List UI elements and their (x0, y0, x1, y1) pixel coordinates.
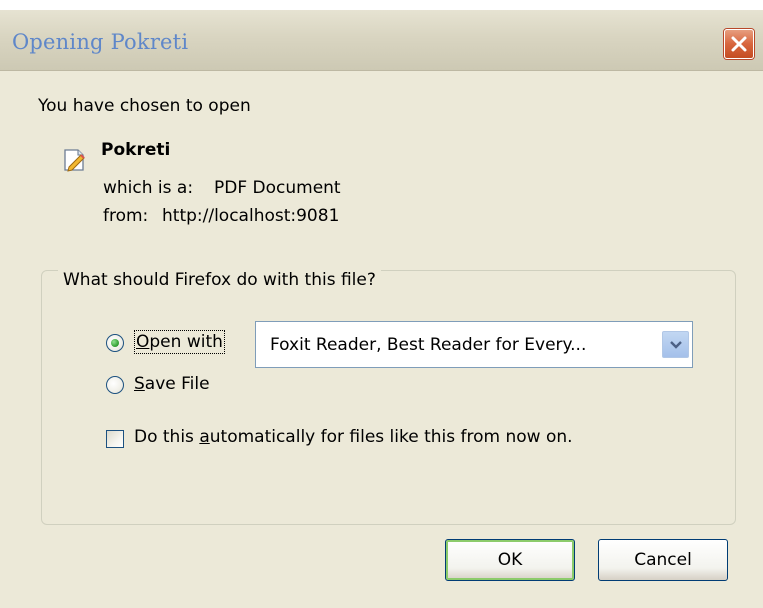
application-select-value: Foxit Reader, Best Reader for Every... (270, 335, 587, 355)
from-value: http://localhost:9081 (162, 206, 340, 226)
type-value: PDF Document (214, 178, 341, 198)
save-file-label-text: ave File (144, 374, 210, 394)
intro-text: You have chosen to open (38, 96, 251, 116)
application-select[interactable]: Foxit Reader, Best Reader for Every... (255, 321, 693, 368)
dialog-window: Opening Pokreti You have chosen to open … (0, 10, 763, 608)
cancel-button[interactable]: Cancel (598, 539, 728, 581)
radio-selected-dot (111, 339, 119, 347)
close-icon (731, 36, 747, 52)
close-button[interactable] (724, 29, 754, 59)
auto-label-accesskey: a (199, 427, 210, 447)
from-label: from: (103, 206, 149, 226)
open-with-radio[interactable] (106, 334, 124, 352)
ok-button[interactable]: OK (445, 539, 575, 581)
title-bar[interactable]: Opening Pokreti (0, 10, 763, 71)
type-label: which is a: (103, 178, 194, 198)
open-with-label-text: pen with (149, 332, 223, 352)
save-file-label[interactable]: Save File (134, 374, 210, 394)
open-with-label[interactable]: Open with (134, 330, 225, 354)
save-file-label-accesskey: S (134, 374, 145, 394)
action-group (41, 270, 736, 525)
auto-checkbox[interactable] (106, 430, 124, 448)
auto-label-part1: Do this (134, 427, 200, 447)
save-file-radio[interactable] (106, 376, 124, 394)
window-title: Opening Pokreti (12, 30, 189, 54)
dropdown-button[interactable] (662, 331, 689, 358)
document-pencil-icon (62, 147, 88, 177)
auto-label-part2: utomatically for files like this from no… (209, 427, 573, 447)
auto-checkbox-label[interactable]: Do this automatically for files like thi… (134, 427, 573, 447)
group-legend: What should Firefox do with this file? (58, 270, 381, 290)
file-name: Pokreti (101, 140, 171, 160)
open-with-label-accesskey: O (136, 332, 150, 352)
chevron-down-icon (670, 341, 682, 349)
